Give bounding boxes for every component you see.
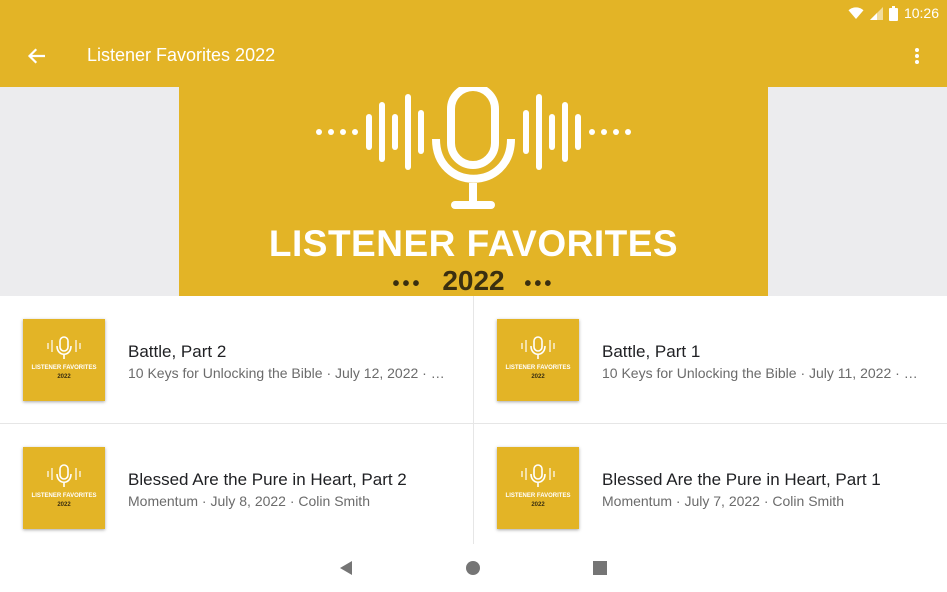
nav-recents-button[interactable]: [590, 558, 610, 578]
wifi-icon: [848, 6, 864, 19]
system-nav-bar: [0, 544, 947, 592]
more-vert-icon: [915, 48, 919, 64]
page-title: Listener Favorites 2022: [87, 45, 276, 65]
episode-meta: 10 Keys for Unlocking the Bible · July 1…: [602, 365, 924, 381]
thumbnail-heading: LISTENER FAVORITES: [505, 493, 571, 499]
thumbnail-year: 2022: [57, 374, 71, 380]
more-options-button[interactable]: [905, 44, 929, 68]
episode-card[interactable]: LISTENER FAVORITES 2022 Battle, Part 2 1…: [0, 296, 473, 423]
episode-grid: LISTENER FAVORITES 2022 Battle, Part 2 1…: [0, 296, 947, 544]
thumbnail-heading: LISTENER FAVORITES: [31, 365, 97, 371]
episode-card[interactable]: LISTENER FAVORITES 2022 Blessed Are the …: [474, 424, 947, 551]
episode-meta: 10 Keys for Unlocking the Bible · July 1…: [128, 365, 450, 381]
episode-title: Battle, Part 1: [602, 342, 701, 361]
nav-home-icon: [466, 561, 480, 575]
hero-artwork: LISTENER FAVORITES ••• 2022 •••: [179, 87, 768, 296]
microphone-icon: [521, 336, 555, 359]
microphone-icon: [521, 464, 555, 487]
nav-recents-icon: [593, 561, 607, 575]
status-bar: 10:26: [848, 4, 939, 22]
thumbnail-heading: LISTENER FAVORITES: [505, 365, 571, 371]
episode-thumbnail: LISTENER FAVORITES 2022: [23, 447, 105, 529]
thumbnail-year: 2022: [531, 502, 545, 508]
nav-home-button[interactable]: [463, 558, 483, 578]
app-bar: 10:26 Listener Favorites 2022: [0, 0, 947, 87]
thumbnail-year: 2022: [57, 502, 71, 508]
episode-card[interactable]: LISTENER FAVORITES 2022 Blessed Are the …: [0, 424, 473, 551]
status-time: 10:26: [903, 5, 939, 21]
episode-meta: Momentum · July 8, 2022 · Colin Smith: [128, 493, 370, 509]
thumbnail-year: 2022: [531, 374, 545, 380]
signal-icon: [869, 6, 883, 20]
episode-title: Blessed Are the Pure in Heart, Part 2: [128, 470, 407, 489]
battery-icon: [888, 5, 898, 21]
back-button[interactable]: [22, 42, 50, 70]
arrow-back-icon: [27, 48, 45, 64]
episode-thumbnail: LISTENER FAVORITES 2022: [497, 319, 579, 401]
episode-meta: Momentum · July 7, 2022 · Colin Smith: [602, 493, 844, 509]
thumbnail-heading: LISTENER FAVORITES: [31, 493, 97, 499]
episode-thumbnail: LISTENER FAVORITES 2022: [23, 319, 105, 401]
microphone-icon: [47, 464, 81, 487]
episode-title: Blessed Are the Pure in Heart, Part 1: [602, 470, 881, 489]
hero-year-row: ••• 2022 •••: [392, 265, 555, 296]
episode-title: Battle, Part 2: [128, 342, 227, 361]
nav-back-button[interactable]: [336, 558, 356, 578]
episode-thumbnail: LISTENER FAVORITES 2022: [497, 447, 579, 529]
hero-year: 2022: [442, 265, 505, 296]
nav-back-icon: [340, 561, 352, 575]
microphone-icon: [47, 336, 81, 359]
hero-heading: LISTENER FAVORITES: [268, 223, 679, 264]
episode-card[interactable]: LISTENER FAVORITES 2022 Battle, Part 1 1…: [474, 296, 947, 423]
